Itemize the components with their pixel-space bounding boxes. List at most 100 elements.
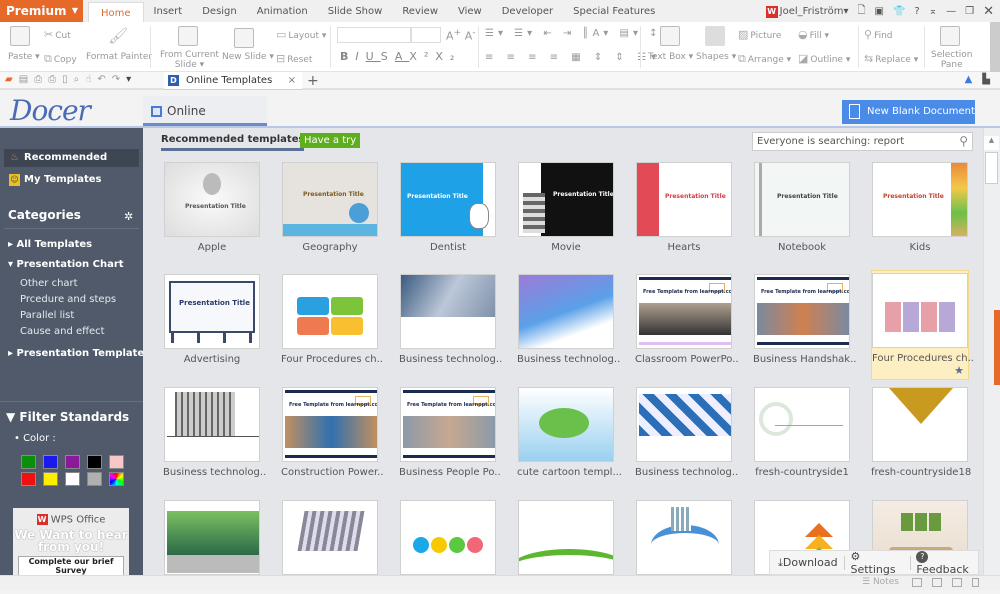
user-account[interactable]: W Joel_Friström▾	[765, 5, 848, 18]
category-presentation-template[interactable]: ▸ Presentation Template	[8, 348, 144, 359]
outline-button[interactable]: ◪ Outline ▾	[798, 52, 850, 65]
skin-shirt-icon[interactable]: 👕	[893, 6, 905, 17]
font-name-select[interactable]	[337, 27, 411, 43]
template-thumbnail[interactable]: Presentation Title	[518, 162, 614, 237]
layout-button[interactable]: ▭ Layout ▾	[276, 28, 326, 41]
color-swatch[interactable]	[21, 455, 36, 469]
template-card[interactable]: Presentation Title Notebook	[753, 158, 851, 256]
template-card[interactable]: Business technolog..	[635, 383, 738, 481]
redo-icon[interactable]: ↷	[112, 74, 120, 85]
feedback-button[interactable]: ? Feedback	[916, 549, 978, 576]
template-card[interactable]: Business technolog..	[399, 270, 502, 368]
sidebar-item-my-templates[interactable]: ☺ My Templates	[4, 171, 139, 189]
recommended-templates-tab[interactable]: Recommended templates	[161, 134, 305, 151]
color-swatch[interactable]	[109, 472, 124, 486]
tab-view[interactable]: View	[448, 0, 492, 22]
restore-button[interactable]: ❐	[965, 6, 974, 17]
template-card[interactable]: Free Template from learnppt.com Business …	[399, 383, 501, 481]
reading-view-icon[interactable]	[952, 578, 962, 587]
template-thumbnail[interactable]	[636, 500, 732, 575]
fill-button[interactable]: ◒ Fill ▾	[798, 28, 829, 41]
template-thumbnail[interactable]: Presentation Title	[636, 162, 732, 237]
close-tab-icon[interactable]: ×	[288, 72, 296, 90]
paragraph-tools-row1[interactable]: ☰▾ ☰▾ ⇤ ⇥ ║A▾ ▤▾ ↕A▾	[485, 28, 681, 39]
template-thumbnail[interactable]	[754, 387, 850, 462]
document-icon[interactable]: 🗋	[857, 3, 865, 20]
color-swatch[interactable]	[65, 455, 80, 469]
survey-ad-banner[interactable]: W WPS Office We Want to hear from you! Co…	[13, 508, 129, 575]
font-format-buttons[interactable]: BIUSAX²X₂	[340, 50, 461, 63]
color-swatch[interactable]	[87, 472, 102, 486]
print-icon[interactable]: ⎙	[48, 74, 56, 85]
template-card[interactable]: Free Template from learnppt.com Construct…	[281, 383, 384, 481]
category-all-templates[interactable]: ▸ All Templates	[8, 239, 92, 250]
category-presentation-chart[interactable]: ▾ Presentation Chart	[8, 259, 124, 270]
template-card[interactable]: Four Procedures ch.. ★	[871, 270, 974, 380]
color-swatch[interactable]	[43, 455, 58, 469]
scroll-up-arrow[interactable]: ▲	[984, 136, 999, 150]
from-current-slide-button[interactable]: From Current Slide ▾	[160, 50, 219, 70]
template-card[interactable]: Presentation Title Geography	[281, 158, 379, 256]
template-card[interactable]: Presentation Title Hearts	[635, 158, 733, 256]
template-thumbnail[interactable]	[518, 500, 614, 575]
color-swatch[interactable]	[21, 472, 36, 486]
template-card[interactable]: Presentation Title Kids	[871, 158, 969, 256]
slideshow-icon[interactable]	[972, 578, 979, 587]
template-thumbnail[interactable]: Free Template from learnppt.com	[282, 387, 378, 462]
template-card[interactable]: Free Template from learnppt.com Business …	[753, 270, 856, 368]
template-thumbnail[interactable]	[872, 387, 968, 462]
survey-button[interactable]: Complete our brief Survey	[18, 555, 124, 575]
template-card[interactable]: cute cartoon templ...	[517, 383, 622, 481]
template-card[interactable]: Business technolog..	[517, 270, 620, 368]
arrange-button[interactable]: ⧉ Arrange ▾	[738, 52, 791, 66]
close-button[interactable]: ✕	[983, 4, 994, 19]
new-tab-button[interactable]: +	[307, 72, 319, 90]
template-thumbnail[interactable]	[400, 274, 496, 349]
normal-view-icon[interactable]	[912, 578, 922, 587]
export-icon[interactable]: ⎙	[34, 74, 42, 85]
template-thumbnail[interactable]: Presentation Title	[754, 162, 850, 237]
subcategory-procedure-steps[interactable]: Prcedure and steps	[20, 294, 116, 305]
template-thumbnail[interactable]: Presentation Title	[282, 162, 378, 237]
template-thumbnail[interactable]	[400, 500, 496, 575]
reset-button[interactable]: ⊟ Reset	[276, 52, 312, 65]
help-button[interactable]: ?	[914, 6, 919, 17]
template-thumbnail[interactable]: Free Template from learnppt.com	[636, 274, 732, 349]
slide-sorter-icon[interactable]	[932, 578, 942, 587]
side-panel-toggle[interactable]	[994, 310, 1000, 385]
have-a-try-button[interactable]: Have a try	[300, 133, 361, 148]
screen-icon[interactable]: ▣	[875, 6, 884, 17]
find-button[interactable]: ⚲ Find	[864, 28, 893, 41]
tab-review[interactable]: Review	[392, 0, 448, 22]
subcategory-cause-effect[interactable]: Cause and effect	[20, 326, 105, 337]
template-thumbnail[interactable]: Presentation Title	[872, 162, 968, 237]
copy-button[interactable]: ⧉ Copy	[44, 52, 77, 66]
open-icon[interactable]: ▰	[5, 74, 13, 85]
paste-button[interactable]: Paste ▾	[8, 52, 40, 62]
color-swatch[interactable]	[43, 472, 58, 486]
document-tab-online-templates[interactable]: D Online Templates ×	[164, 72, 302, 90]
text-box-button[interactable]: Text Box ▾	[648, 52, 693, 62]
format-painter-button[interactable]: Format Painter	[86, 52, 152, 62]
new-slide-button[interactable]: New Slide ▾	[222, 52, 274, 62]
shapes-button[interactable]: Shapes ▾	[696, 52, 736, 62]
pointer-icon[interactable]: ☝	[85, 74, 91, 85]
notes-button[interactable]: ☰ Notes	[862, 577, 899, 587]
template-thumbnail[interactable]	[282, 500, 378, 575]
subcategory-parallel-list[interactable]: Parallel list	[20, 310, 74, 321]
template-card[interactable]: Presentation Title Movie	[517, 158, 615, 256]
minimize-button[interactable]: —	[946, 6, 956, 17]
template-thumbnail[interactable]	[636, 387, 732, 462]
new-blank-document-button[interactable]: New Blank Document	[842, 100, 975, 124]
template-card[interactable]: Business technolog..	[163, 383, 266, 481]
template-thumbnail[interactable]	[282, 274, 378, 349]
template-thumbnail[interactable]	[164, 387, 260, 462]
template-thumbnail[interactable]	[164, 500, 260, 575]
template-card[interactable]: Presentation Title Apple	[163, 158, 261, 256]
save-icon[interactable]: ▤	[19, 74, 28, 85]
cloud-icon[interactable]: ▲	[965, 74, 973, 85]
download-button[interactable]: ⤓Download	[778, 556, 838, 570]
template-thumbnail[interactable]	[518, 274, 614, 349]
template-search-input[interactable]: Everyone is searching: report ⚲	[752, 132, 973, 151]
tab-animation[interactable]: Animation	[247, 0, 318, 22]
